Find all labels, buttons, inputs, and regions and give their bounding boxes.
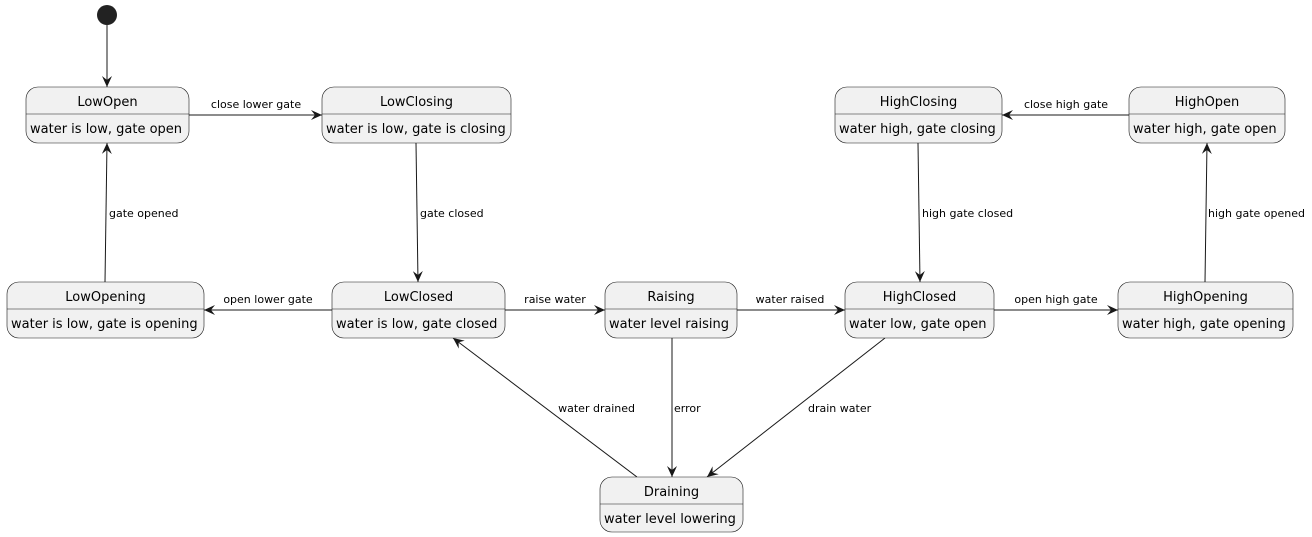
state-name: HighOpening <box>1163 290 1248 305</box>
state-name: LowOpening <box>65 290 145 305</box>
transition-LowOpen-LowClosing: close lower gate <box>189 98 322 120</box>
state-description: water is low, gate is opening <box>11 317 198 332</box>
transition-HighOpen-HighClosing: close high gate <box>1002 98 1129 120</box>
transition-label: gate closed <box>420 207 484 220</box>
state-description: water level raising <box>609 317 729 332</box>
state-name: HighClosed <box>883 290 957 305</box>
state-description: water level lowering <box>604 512 736 527</box>
transition-Draining-LowClosed: water drained <box>452 337 638 478</box>
transition-HighOpening-HighOpen: high gate opened <box>1201 142 1305 283</box>
state-Raising[interactable]: Raising water level raising <box>604 281 738 339</box>
state-description: water high, gate closing <box>839 122 996 137</box>
state-name: Draining <box>644 485 699 500</box>
transition-arrow <box>1201 142 1212 283</box>
state-diagram: close lower gate gate closed open lower ga… <box>6 5 1305 533</box>
state-name: Raising <box>647 290 694 305</box>
state-name: HighOpen <box>1175 95 1240 110</box>
transition-LowOpening-LowOpen: gate opened <box>101 142 179 283</box>
state-description: water low, gate open <box>849 317 987 332</box>
state-LowOpen[interactable]: LowOpen water is low, gate open <box>25 86 190 144</box>
transition-label: error <box>674 402 701 415</box>
transition-Raising-HighClosed: water raised <box>737 293 845 315</box>
transition-label: raise water <box>524 293 586 306</box>
transition-arrow <box>914 142 925 283</box>
initial-state <box>97 5 117 25</box>
transition-Raising-Draining: error <box>667 338 701 477</box>
state-LowOpening[interactable]: LowOpening water is low, gate is opening <box>6 281 205 339</box>
state-LowClosed[interactable]: LowClosed water is low, gate closed <box>331 281 506 339</box>
transition-label: water raised <box>756 293 825 306</box>
transition-LowClosed-Raising: raise water <box>505 293 605 315</box>
transition-label: open high gate <box>1014 293 1097 306</box>
state-HighOpening[interactable]: HighOpening water high, gate opening <box>1117 281 1294 339</box>
state-name: LowClosing <box>380 95 453 110</box>
transition-label: close lower gate <box>211 98 301 111</box>
state-description: water is low, gate open <box>30 122 182 137</box>
state-HighClosed[interactable]: HighClosed water low, gate open <box>844 281 995 339</box>
state-HighOpen[interactable]: HighOpen water high, gate open <box>1128 86 1286 144</box>
state-Draining[interactable]: Draining water level lowering <box>599 476 744 533</box>
transition-LowClosing-LowClosed: gate closed <box>412 142 484 283</box>
transition-LowClosed-LowOpening: open lower gate <box>204 293 332 315</box>
state-LowClosing[interactable]: LowClosing water is low, gate is closing <box>321 86 512 144</box>
transition-label: drain water <box>808 402 872 415</box>
transition-HighClosed-Draining: drain water <box>706 337 886 478</box>
transition-label: high gate opened <box>1208 207 1305 220</box>
state-description: water is low, gate closed <box>336 317 497 332</box>
transition-arrow <box>101 142 112 283</box>
state-name: LowOpen <box>77 95 137 110</box>
transition-label: high gate closed <box>922 207 1013 220</box>
transition-HighClosing-HighClosed: high gate closed <box>914 142 1013 283</box>
state-description: water high, gate opening <box>1122 317 1286 332</box>
transition-label: gate opened <box>109 207 179 220</box>
transition-label: water drained <box>558 402 635 415</box>
transition-HighClosed-HighOpening: open high gate <box>994 293 1118 315</box>
transition-arrow <box>412 142 423 283</box>
state-description: water is low, gate is closing <box>326 122 506 137</box>
transition-label: open lower gate <box>223 293 313 306</box>
state-name: HighClosing <box>880 95 957 110</box>
state-description: water high, gate open <box>1133 122 1277 137</box>
state-name: LowClosed <box>384 290 453 305</box>
transition-label: close high gate <box>1024 98 1108 111</box>
state-HighClosing[interactable]: HighClosing water high, gate closing <box>834 86 1003 144</box>
